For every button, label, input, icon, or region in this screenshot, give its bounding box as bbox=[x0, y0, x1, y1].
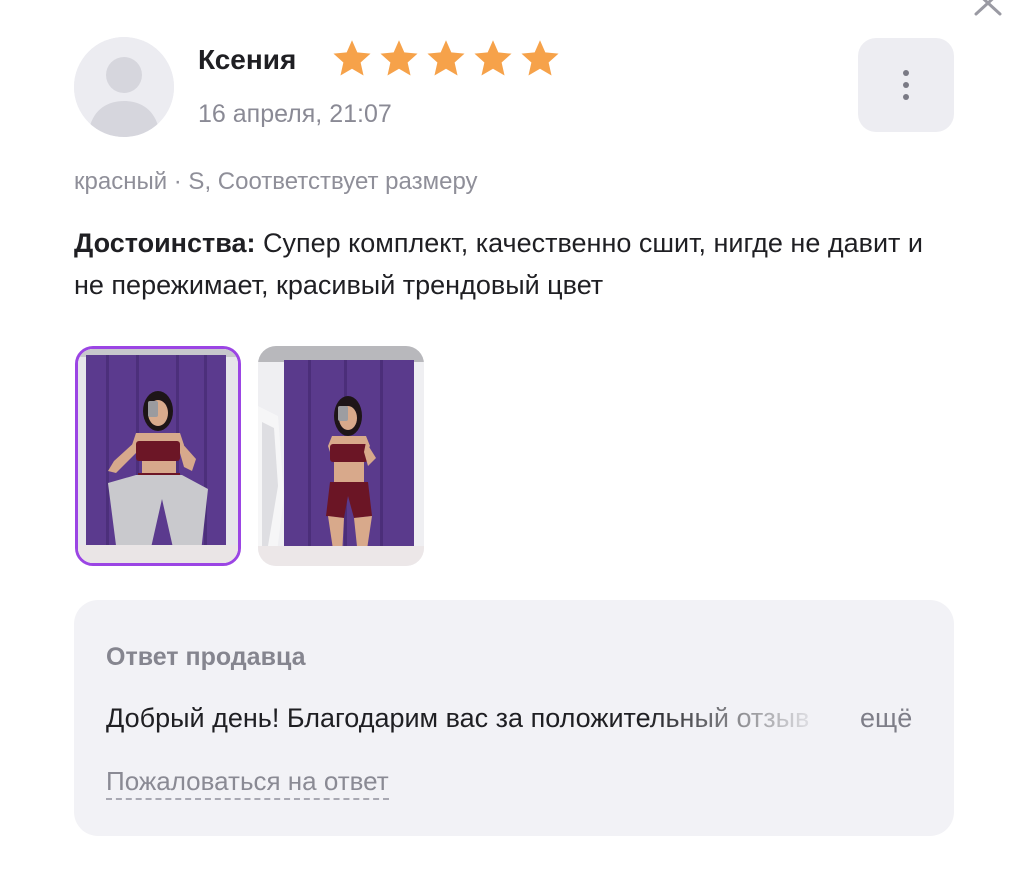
seller-reply-text: Добрый день! Благодарим вас за положител… bbox=[106, 703, 810, 733]
star-icon bbox=[333, 40, 371, 76]
review-photo-1[interactable] bbox=[75, 346, 241, 566]
complain-link[interactable]: Пожаловаться на ответ bbox=[106, 764, 389, 800]
star-icon bbox=[474, 40, 512, 76]
review-photo-image bbox=[258, 346, 424, 566]
expand-reply-link[interactable]: ещё bbox=[860, 700, 912, 736]
seller-reply: Ответ продавца Добрый день! Благодарим в… bbox=[74, 600, 954, 836]
variant-info: красный · S, Соответствует размеру bbox=[74, 168, 478, 195]
more-options-button[interactable] bbox=[858, 38, 954, 132]
review-photo-image bbox=[78, 349, 238, 563]
user-avatar-icon bbox=[74, 37, 174, 137]
pros-label: Достоинства: bbox=[74, 228, 256, 258]
star-icon bbox=[427, 40, 465, 76]
review-text: Достоинства: Супер комплект, качественно… bbox=[74, 222, 954, 306]
author-name: Ксения bbox=[198, 44, 297, 75]
star-icon bbox=[380, 40, 418, 76]
seller-reply-title: Ответ продавца bbox=[106, 643, 306, 671]
star-icon bbox=[521, 40, 559, 76]
more-vertical-icon bbox=[903, 70, 909, 100]
rating-stars bbox=[330, 37, 562, 81]
review-date: 16 апреля, 21:07 bbox=[198, 100, 392, 128]
review-photo-2[interactable] bbox=[258, 346, 424, 566]
review-card: Ксения 16 апреля, 21:07 красный · S, Соо… bbox=[0, 0, 1010, 884]
avatar bbox=[74, 37, 174, 137]
